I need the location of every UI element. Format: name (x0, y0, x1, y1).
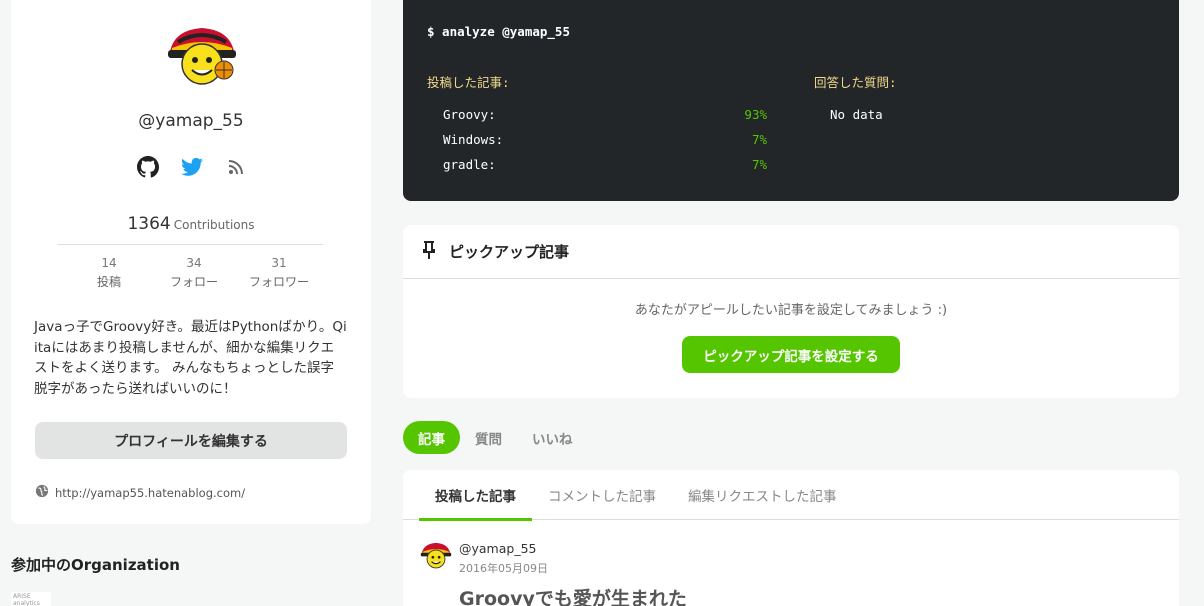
tag-name: Windows: (443, 132, 504, 147)
stat-value: 31 (271, 256, 287, 270)
tag-row: Groovy: 93% (443, 107, 767, 122)
contributions-count: 1364 (127, 214, 171, 234)
tag-name: gradle: (443, 157, 496, 172)
bio-line: ストをよく送ります。 みんなもちょっとした誤字 (34, 360, 334, 376)
stat-label: 投稿 (96, 275, 121, 289)
bio-line: itaにはあまり投稿しませんが、細かな編集リクエ (34, 339, 335, 356)
pickup-card: ピックアップ記事 あなたがアピールしたい記事を設定してみましょう :) ピックア… (403, 225, 1179, 398)
terminal-command: $ analyze @yamap_55 (427, 24, 570, 39)
bio-line: 脱字があったら送ればいいのに！ (34, 380, 237, 397)
pickup-header: ピックアップ記事 (403, 225, 1179, 279)
rss-icon[interactable] (224, 155, 248, 179)
stat-followers[interactable]: 31 フォロワー (239, 256, 319, 290)
article-author-avatar[interactable] (419, 540, 453, 570)
tag-row: Windows: 7% (443, 132, 767, 147)
subtab-edit-requested[interactable]: 編集リクエストした記事 (672, 470, 853, 520)
article-author[interactable]: @yamap_55 (459, 541, 536, 556)
analyze-terminal: $ analyze @yamap_55 投稿した記事: 回答した質問: Groo… (403, 0, 1179, 201)
tab-articles[interactable]: 記事 (403, 421, 460, 454)
website-link[interactable]: http://yamap55.hatenablog.com/ (35, 484, 245, 501)
profile-username: @yamap_55 (138, 111, 244, 131)
stat-value: 14 (101, 256, 117, 270)
tag-percent: 7% (751, 157, 767, 172)
globe-icon (35, 484, 49, 501)
subtab-posted[interactable]: 投稿した記事 (419, 470, 532, 521)
profile-stats: 14 投稿 34 フォロー 31 フォロワー (69, 256, 319, 290)
answered-heading: 回答した質問: (814, 75, 897, 90)
profile-card: @yamap_55 1364 Contributions 14 投稿 34 フォロ… (11, 0, 371, 524)
stat-label: フォロワー (248, 275, 309, 289)
website-url[interactable]: http://yamap55.hatenablog.com/ (55, 486, 245, 500)
tag-percent: 7% (751, 132, 767, 147)
tab-questions[interactable]: 質問 (460, 421, 517, 454)
article-date: 2016年05月09日 (459, 562, 548, 575)
set-pickup-button[interactable]: ピックアップ記事を設定する (682, 336, 900, 373)
bio-line: Javaっ子でGroovy好き。最近はPythonばかり。Qi (34, 319, 347, 335)
stat-label: フォロー (169, 275, 218, 289)
pickup-message: あなたがアピールしたい記事を設定してみましょう :) (634, 303, 948, 318)
stat-following[interactable]: 34 フォロー (154, 256, 234, 290)
organization-heading: 参加中のOrganization (11, 556, 180, 574)
answered-no-data: No data (830, 107, 883, 122)
articles-card: 投稿した記事 コメントした記事 編集リクエストした記事 @yamap_55 20… (403, 470, 1179, 606)
profile-bio: Javaっ子でGroovy好き。最近はPythonばかり。Qi itaにはあまり… (34, 317, 352, 399)
user-avatar[interactable] (164, 22, 240, 88)
twitter-icon[interactable] (180, 155, 204, 179)
tag-name: Groovy: (443, 107, 496, 122)
article-subtabs: 投稿した記事 コメントした記事 編集リクエストした記事 (403, 470, 1179, 521)
tag-percent: 93% (744, 107, 767, 122)
edit-profile-button[interactable]: プロフィールを編集する (35, 422, 347, 459)
tab-likes[interactable]: いいね (517, 421, 588, 454)
org-logo-text: ARISE (13, 593, 31, 600)
tag-row: gradle: 7% (443, 157, 767, 172)
contributions-label: Contributions (173, 218, 255, 232)
pickup-title: ピックアップ記事 (449, 243, 570, 261)
stat-posts[interactable]: 14 投稿 (69, 256, 149, 290)
social-links (136, 154, 248, 180)
contributions: 1364 Contributions (11, 214, 371, 234)
pin-icon (421, 240, 437, 264)
content-tabs: 記事 質問 いいね (403, 421, 588, 454)
posted-heading: 投稿した記事: (427, 75, 510, 90)
organization-logo[interactable]: ARISE analytics (11, 592, 51, 606)
article-title[interactable]: Groovyでも愛が生まれた (459, 584, 687, 606)
subtab-commented[interactable]: コメントした記事 (532, 470, 672, 520)
stat-value: 34 (186, 256, 202, 270)
org-logo-subtext: analytics (13, 600, 40, 606)
github-icon[interactable] (136, 155, 160, 179)
divider (58, 244, 323, 245)
